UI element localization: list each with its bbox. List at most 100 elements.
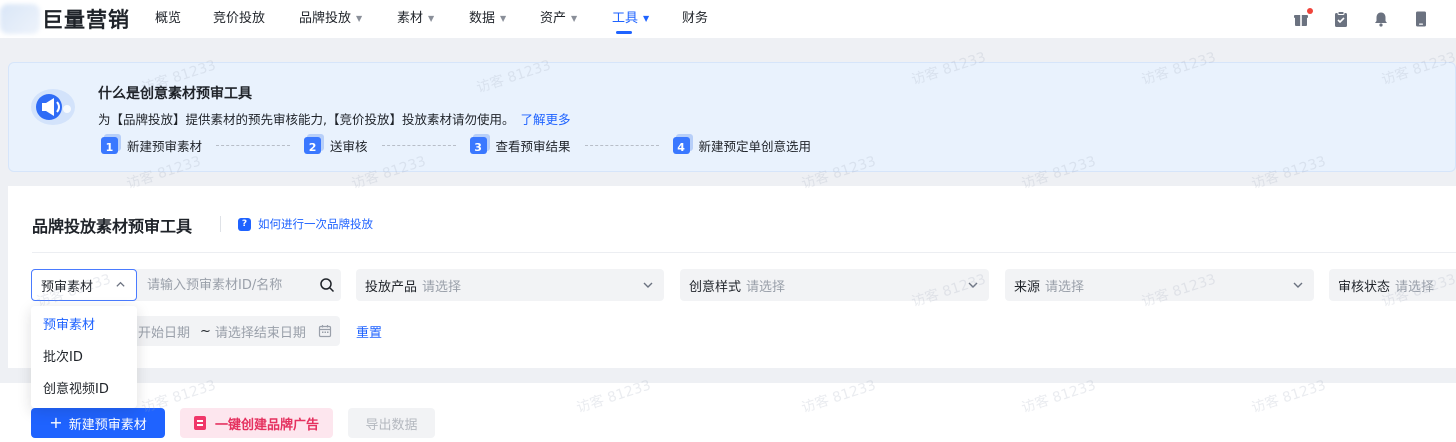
- page-title: 品牌投放素材预审工具: [32, 217, 193, 236]
- step-item: 3 查看预审结果: [469, 136, 571, 155]
- chevron-up-icon: [115, 279, 126, 293]
- help-link-label: 如何进行一次品牌投放: [258, 217, 373, 231]
- caret-down-icon: ▼: [428, 14, 435, 23]
- calendar-icon: [318, 324, 332, 338]
- nav-item-label: 竞价投放: [213, 11, 266, 26]
- nav-item-overview[interactable]: 概览: [155, 0, 213, 38]
- nav-item-material[interactable]: 素材 ▼: [397, 0, 469, 38]
- step-label: 查看预审结果: [495, 138, 571, 154]
- caret-down-icon: ▼: [643, 14, 650, 23]
- nav-item-finance[interactable]: 财务: [682, 0, 742, 38]
- clipboard-icon[interactable]: [1332, 10, 1350, 28]
- filter-value: 请选择: [422, 279, 462, 295]
- banner-description: 为【品牌投放】提供素材的预先审核能力,【竞价投放】投放素材请勿使用。 了解更多: [98, 109, 571, 128]
- nav-item-label: 素材: [397, 11, 424, 26]
- filter-product-select[interactable]: 投放产品 请选择: [356, 269, 664, 301]
- main-card: 品牌投放素材预审工具 ? 如何进行一次品牌投放 预审素材 投放产品 请选择 创意…: [8, 186, 1456, 368]
- step-item: 4 新建预定单创意选用: [672, 136, 812, 155]
- new-material-button[interactable]: + 新建预审素材: [31, 408, 165, 438]
- banner-title: 什么是创意素材预审工具: [98, 86, 252, 102]
- gift-icon[interactable]: [1292, 8, 1313, 28]
- section-divider: [32, 252, 1456, 253]
- date-range-picker[interactable]: 开始日期 ~ 请选择结束日期: [128, 316, 340, 346]
- nav-item-brand[interactable]: 品牌投放 ▼: [299, 0, 397, 38]
- learn-more-link[interactable]: 了解更多: [520, 112, 570, 127]
- filter-review-status-select[interactable]: 审核状态 请选择: [1329, 269, 1456, 301]
- step-connector: [584, 144, 659, 146]
- nav-item-assets[interactable]: 资产 ▼: [540, 0, 612, 38]
- date-start[interactable]: 开始日期: [138, 322, 190, 341]
- bookmark-icon: [193, 416, 206, 430]
- create-brand-ad-button[interactable]: 一键创建品牌广告: [180, 408, 333, 438]
- filter-label: 来源: [1014, 279, 1041, 295]
- banner-description-text: 为【品牌投放】提供素材的预先审核能力,【竞价投放】投放素材请勿使用。: [98, 112, 515, 127]
- step-number: 2: [304, 136, 322, 154]
- chevron-down-icon: [967, 279, 979, 291]
- nav-item-bidding[interactable]: 竞价投放: [213, 0, 299, 38]
- chevron-down-icon: [642, 279, 654, 291]
- step-label: 新建预定单创意选用: [698, 138, 812, 154]
- action-bar: + 新建预审素材 一键创建品牌广告 导出数据: [0, 383, 1456, 442]
- nav-item-label: 工具: [612, 11, 639, 26]
- dropdown-option-batch-id[interactable]: 批次ID: [31, 342, 137, 374]
- top-navigation: 巨量营销 概览 竞价投放 品牌投放 ▼ 素材 ▼ 数据 ▼ 资产 ▼ 工具 ▼: [0, 0, 1456, 38]
- filter-source-select[interactable]: 来源 请选择: [1005, 269, 1314, 301]
- question-icon: ?: [238, 217, 251, 231]
- step-label: 新建预审素材: [127, 138, 203, 154]
- nav-menu: 概览 竞价投放 品牌投放 ▼ 素材 ▼ 数据 ▼ 资产 ▼ 工具 ▼ 财务: [155, 0, 742, 38]
- caret-down-icon: ▼: [500, 14, 507, 23]
- notification-dot: [1307, 8, 1313, 14]
- date-separator: ~: [200, 323, 211, 339]
- step-label: 送审核: [330, 138, 368, 154]
- nav-item-tools[interactable]: 工具 ▼: [612, 0, 682, 38]
- help-link[interactable]: ? 如何进行一次品牌投放: [238, 216, 373, 232]
- filter-value: 请选择: [1045, 279, 1085, 295]
- new-material-label: 新建预审素材: [68, 417, 147, 433]
- step-number: 4: [672, 136, 690, 154]
- nav-item-label: 财务: [682, 11, 709, 26]
- filter-creative-style-select[interactable]: 创意样式 请选择: [680, 269, 989, 301]
- title-divider: [220, 216, 221, 232]
- filter-label: 创意样式: [689, 279, 742, 295]
- date-end[interactable]: 请选择结束日期: [215, 322, 306, 341]
- step-number: 3: [469, 136, 487, 154]
- nav-item-label: 资产: [540, 11, 567, 26]
- search-type-dropdown: 预审素材 批次ID 创意视频ID: [31, 306, 137, 408]
- caret-down-icon: ▼: [571, 14, 578, 23]
- search-type-select[interactable]: 预审素材: [31, 269, 137, 301]
- search-input[interactable]: [137, 269, 315, 301]
- step-connector: [216, 144, 291, 146]
- nav-item-data[interactable]: 数据 ▼: [469, 0, 540, 38]
- reset-button[interactable]: 重置: [356, 322, 382, 341]
- nav-item-label: 数据: [469, 11, 496, 26]
- plus-icon: +: [49, 413, 63, 432]
- filter-value: 请选择: [746, 279, 786, 295]
- chevron-down-icon: [1292, 279, 1304, 291]
- export-data-button[interactable]: 导出数据: [348, 408, 435, 438]
- filter-label: 审核状态: [1338, 279, 1391, 295]
- dropdown-option-video-id[interactable]: 创意视频ID: [31, 374, 137, 406]
- caret-down-icon: ▼: [356, 14, 363, 23]
- nav-toolbar: [1292, 0, 1430, 38]
- step-number: 1: [101, 136, 118, 154]
- logo-mark: [0, 4, 40, 34]
- step-item: 2 送审核: [304, 136, 368, 155]
- logo[interactable]: 巨量营销: [0, 4, 130, 34]
- filter-value: 请选择: [1395, 279, 1435, 295]
- create-brand-ad-label: 一键创建品牌广告: [214, 417, 319, 433]
- filter-label: 投放产品: [365, 279, 418, 295]
- step-connector: [381, 144, 456, 146]
- search-icon[interactable]: [319, 277, 335, 293]
- process-steps: 1 新建预审素材 2 送审核 3 查看预审结果 4 新建预定单创意选用: [101, 135, 811, 155]
- nav-item-label: 概览: [155, 11, 182, 26]
- bell-icon[interactable]: [1372, 10, 1390, 28]
- search-group: 预审素材: [31, 269, 341, 301]
- megaphone-icon: [27, 83, 81, 127]
- logo-text: 巨量营销: [42, 8, 130, 32]
- intro-banner: 什么是创意素材预审工具 为【品牌投放】提供素材的预先审核能力,【竞价投放】投放素…: [8, 62, 1456, 172]
- search-type-value: 预审素材: [41, 279, 94, 295]
- nav-item-label: 品牌投放: [299, 11, 352, 26]
- phone-icon[interactable]: [1412, 10, 1430, 28]
- step-item: 1 新建预审素材: [101, 136, 202, 155]
- dropdown-option-material[interactable]: 预审素材: [31, 310, 137, 342]
